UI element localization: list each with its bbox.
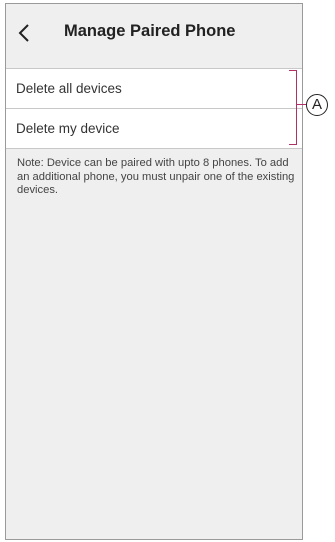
pairing-note: Note: Device can be paired with upto 8 p… [17, 157, 295, 196]
callout-label: A [306, 94, 328, 116]
chevron-left-icon [18, 24, 29, 42]
back-button[interactable] [16, 21, 34, 45]
delete-my-device-item[interactable]: Delete my device [6, 109, 302, 148]
phone-screen: Manage Paired Phone Delete all devices D… [5, 3, 303, 540]
callout-leader-line [297, 104, 306, 105]
page-title: Manage Paired Phone [64, 22, 236, 40]
app-header: Manage Paired Phone [6, 4, 302, 64]
divider [6, 148, 302, 149]
callout-bracket [289, 70, 297, 145]
delete-all-devices-item[interactable]: Delete all devices [6, 69, 302, 108]
